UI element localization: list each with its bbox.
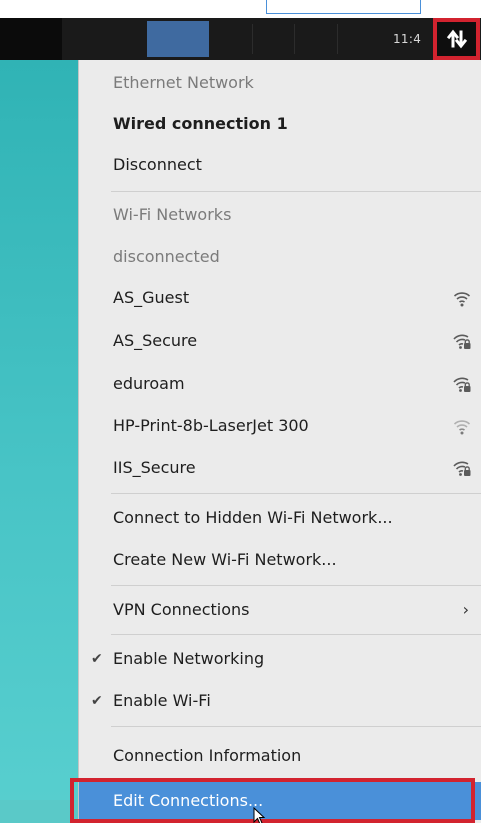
disconnect-item[interactable]: Disconnect [79, 146, 481, 184]
panel-clock[interactable]: 11:4 [393, 31, 421, 47]
wifi-network-item[interactable]: AS_Guest [79, 279, 481, 317]
wifi-secure-icon [453, 461, 471, 476]
menu-separator [111, 493, 481, 494]
network-applet-button[interactable] [433, 18, 480, 60]
wifi-network-name: AS_Guest [113, 288, 190, 307]
vpn-connections-label: VPN Connections [113, 600, 250, 619]
wifi-secure-icon [453, 334, 471, 349]
panel-separator [294, 24, 295, 54]
connect-hidden-wifi-item[interactable]: Connect to Hidden Wi-Fi Network... [79, 499, 481, 537]
enable-wifi-item[interactable]: ✔ Enable Wi-Fi [79, 682, 481, 720]
wifi-status-item: disconnected [113, 247, 220, 266]
edit-connections-item[interactable]: Edit Connections... [79, 782, 481, 820]
top-panel: 11:4 [0, 18, 481, 60]
desktop-background [0, 60, 78, 823]
desktop-background-bottom [0, 800, 78, 823]
wired-connection-item[interactable]: Wired connection 1 [79, 105, 481, 143]
enable-networking-label: Enable Networking [113, 649, 265, 668]
checkmark-icon: ✔ [91, 693, 103, 709]
top-window-edge [266, 0, 421, 14]
panel-separator [252, 24, 253, 54]
menu-separator [111, 585, 481, 586]
wifi-network-name: eduroam [113, 374, 185, 393]
ethernet-network-header: Ethernet Network [113, 73, 254, 92]
top-strip [0, 0, 481, 18]
taskbar-window-button[interactable] [147, 21, 209, 57]
network-transfer-icon [446, 29, 467, 49]
vpn-connections-item[interactable]: VPN Connections › [79, 591, 481, 629]
connection-information-item[interactable]: Connection Information [79, 737, 481, 775]
network-menu: Ethernet Network Wired connection 1 Disc… [78, 60, 481, 823]
wifi-network-item[interactable]: eduroam [79, 365, 481, 403]
wifi-network-name: IIS_Secure [113, 458, 196, 477]
menu-separator [111, 726, 481, 727]
enable-networking-item[interactable]: ✔ Enable Networking [79, 640, 481, 678]
menu-separator [111, 634, 481, 635]
wifi-network-item[interactable]: IIS_Secure [79, 449, 481, 487]
wifi-network-item[interactable]: AS_Secure [79, 322, 481, 360]
wifi-open-icon [453, 292, 471, 307]
wifi-open-weak-icon [453, 420, 471, 435]
chevron-right-icon: › [462, 600, 469, 619]
screen: 11:4 Ethernet Network Wired connection 1… [0, 0, 481, 823]
panel-menu-area[interactable] [0, 18, 62, 60]
wifi-network-name: AS_Secure [113, 331, 198, 350]
wifi-network-name: HP-Print-8b-LaserJet 300 [113, 416, 309, 435]
create-new-wifi-item[interactable]: Create New Wi-Fi Network... [79, 541, 481, 579]
checkmark-icon: ✔ [91, 651, 103, 667]
panel-separator [337, 24, 338, 54]
wifi-network-item[interactable]: HP-Print-8b-LaserJet 300 [79, 407, 481, 445]
mouse-pointer-icon [253, 807, 266, 823]
wifi-networks-header: Wi-Fi Networks [113, 205, 232, 224]
menu-separator [111, 191, 481, 192]
enable-wifi-label: Enable Wi-Fi [113, 691, 211, 710]
wifi-secure-icon [453, 377, 471, 392]
